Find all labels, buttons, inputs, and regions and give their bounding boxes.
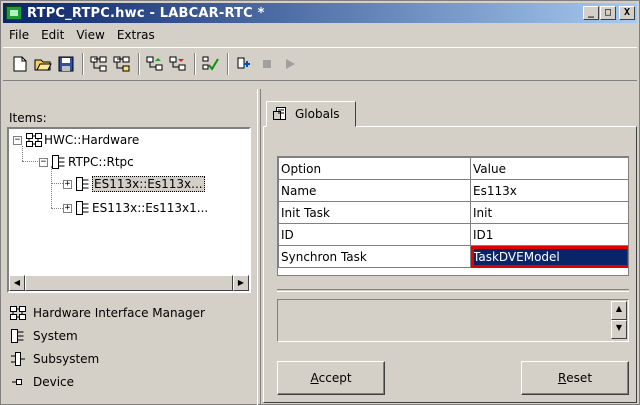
hardware-tree-icon[interactable]	[88, 53, 110, 75]
tree-item-es113x-1[interactable]: + ES113x::Es113x...	[63, 175, 205, 193]
legend-device: Device	[9, 370, 249, 393]
window-controls: _ □ X	[582, 6, 635, 20]
legend-label: Subsystem	[33, 351, 100, 366]
system-icon	[76, 201, 89, 215]
value-cell[interactable]: Init	[470, 201, 628, 224]
save-icon[interactable]	[55, 53, 77, 75]
device-icon	[9, 376, 27, 388]
legend-system: System	[9, 324, 249, 347]
tree-item-label: ES113x::Es113x...	[92, 176, 205, 192]
expand-toggle[interactable]: +	[63, 179, 72, 189]
maximize-button[interactable]: □	[600, 6, 616, 20]
pane-splitter[interactable]	[257, 89, 261, 405]
tree-item-hardware[interactable]: − HWC::Hardware	[13, 131, 139, 149]
main-window: RTPC_RTPC.hwc - LABCAR-RTC * _ □ X File …	[0, 0, 640, 405]
hwim-icon	[26, 133, 42, 147]
scroll-up-icon[interactable]: ▲	[611, 301, 627, 320]
expand-toggle[interactable]: +	[63, 203, 72, 213]
labcar-app-icon[interactable]	[6, 6, 22, 20]
toolbar-separator	[138, 53, 140, 75]
scroll-down-icon[interactable]: ▼	[611, 320, 627, 339]
system-icon	[52, 155, 65, 169]
title-bar[interactable]: RTPC_RTPC.hwc - LABCAR-RTC * _ □ X	[3, 3, 637, 23]
menu-bar: File Edit View Extras	[3, 25, 637, 45]
accept-mnemonic: A	[310, 371, 319, 385]
tree-connector	[22, 161, 38, 162]
value-cell[interactable]: Es113x	[470, 179, 628, 202]
legend-hwim: Hardware Interface Manager	[9, 301, 249, 324]
column-header-option[interactable]: Option	[278, 157, 471, 180]
legend-label: Device	[33, 374, 75, 389]
tree-connector	[51, 208, 63, 209]
system-icon	[9, 328, 27, 343]
move-up-icon[interactable]	[144, 53, 166, 75]
option-cell: ID	[278, 223, 471, 246]
toolbar-separator	[194, 53, 196, 75]
open-folder-icon[interactable]	[32, 53, 54, 75]
table-row[interactable]: Synchron Task TaskDVEModel	[278, 245, 628, 268]
collapse-toggle[interactable]: −	[39, 157, 48, 167]
accept-button[interactable]: Accept	[277, 361, 385, 395]
legend-subsystem: Subsystem	[9, 347, 249, 370]
item-type-legend: Hardware Interface Manager System Subsys…	[9, 301, 249, 393]
legend-label: Hardware Interface Manager	[33, 305, 205, 320]
reset-label: eset	[566, 371, 593, 385]
tree-item-label: RTPC::Rtpc	[68, 155, 134, 169]
window-title: RTPC_RTPC.hwc - LABCAR-RTC *	[27, 5, 265, 21]
option-cell: Init Task	[278, 201, 471, 224]
option-cell: Name	[278, 179, 471, 202]
tree-item-rtpc[interactable]: − RTPC::Rtpc	[39, 153, 134, 171]
description-vertical-scrollbar[interactable]: ▲ ▼	[611, 301, 627, 340]
reset-button[interactable]: Reset	[521, 361, 629, 395]
menu-edit[interactable]: Edit	[35, 28, 70, 42]
legend-label: System	[33, 328, 78, 343]
hwim-icon	[9, 305, 27, 320]
tree-connector	[51, 166, 52, 208]
close-button[interactable]: X	[619, 6, 635, 20]
minimize-button[interactable]: _	[583, 6, 599, 20]
subsystem-icon	[9, 351, 27, 366]
run-icon[interactable]	[279, 53, 301, 75]
tree-item-label: ES113x::Es113x1...	[92, 201, 209, 215]
toolbar-separator	[227, 53, 229, 75]
value-cell[interactable]: ID1	[470, 223, 628, 246]
scroll-left-icon[interactable]: ◀	[9, 275, 25, 291]
column-header-value[interactable]: Value	[470, 157, 628, 180]
option-cell: Synchron Task	[278, 245, 471, 268]
check-icon[interactable]	[200, 53, 222, 75]
collapse-toggle[interactable]: −	[13, 135, 22, 145]
toolbar-separator	[82, 53, 84, 75]
menu-file[interactable]: File	[3, 28, 35, 42]
description-box: ▲ ▼	[277, 299, 629, 342]
divider	[277, 289, 629, 292]
accept-label: ccept	[318, 371, 352, 385]
table-row[interactable]: Init Task Init	[278, 201, 628, 224]
tree-item-es113x-2[interactable]: + ES113x::Es113x1...	[63, 199, 208, 217]
connect-icon[interactable]	[233, 53, 255, 75]
tree-item-label: HWC::Hardware	[44, 133, 140, 147]
table-row[interactable]: ID ID1	[278, 223, 628, 246]
tab-globals[interactable]: Globals	[266, 101, 356, 127]
options-grid[interactable]: Option Value Name Es113x Init Task Init …	[277, 156, 629, 276]
selected-value-cell[interactable]: TaskDVEModel	[470, 245, 628, 268]
new-file-icon[interactable]	[9, 53, 31, 75]
scroll-thumb[interactable]	[25, 275, 233, 291]
tree-horizontal-scrollbar[interactable]: ◀ ▶	[9, 275, 249, 291]
scroll-right-icon[interactable]: ▶	[233, 275, 249, 291]
menu-extras[interactable]: Extras	[111, 28, 161, 42]
hardware-tree-alt-icon[interactable]	[111, 53, 133, 75]
move-down-icon[interactable]	[167, 53, 189, 75]
table-row[interactable]: Name Es113x	[278, 179, 628, 202]
stop-icon[interactable]	[256, 53, 278, 75]
tree-connector	[51, 183, 63, 184]
system-icon	[76, 177, 89, 191]
tab-label: Globals	[295, 107, 340, 121]
toolbar	[3, 47, 637, 81]
menu-view[interactable]: View	[70, 28, 110, 42]
items-label: Items:	[9, 111, 47, 125]
properties-icon	[273, 106, 286, 120]
items-tree[interactable]: − HWC::Hardware − RTPC::Rtpc + ES113x::E…	[7, 127, 251, 293]
reset-mnemonic: R	[557, 371, 567, 385]
grid-header-row: Option Value	[278, 157, 628, 180]
